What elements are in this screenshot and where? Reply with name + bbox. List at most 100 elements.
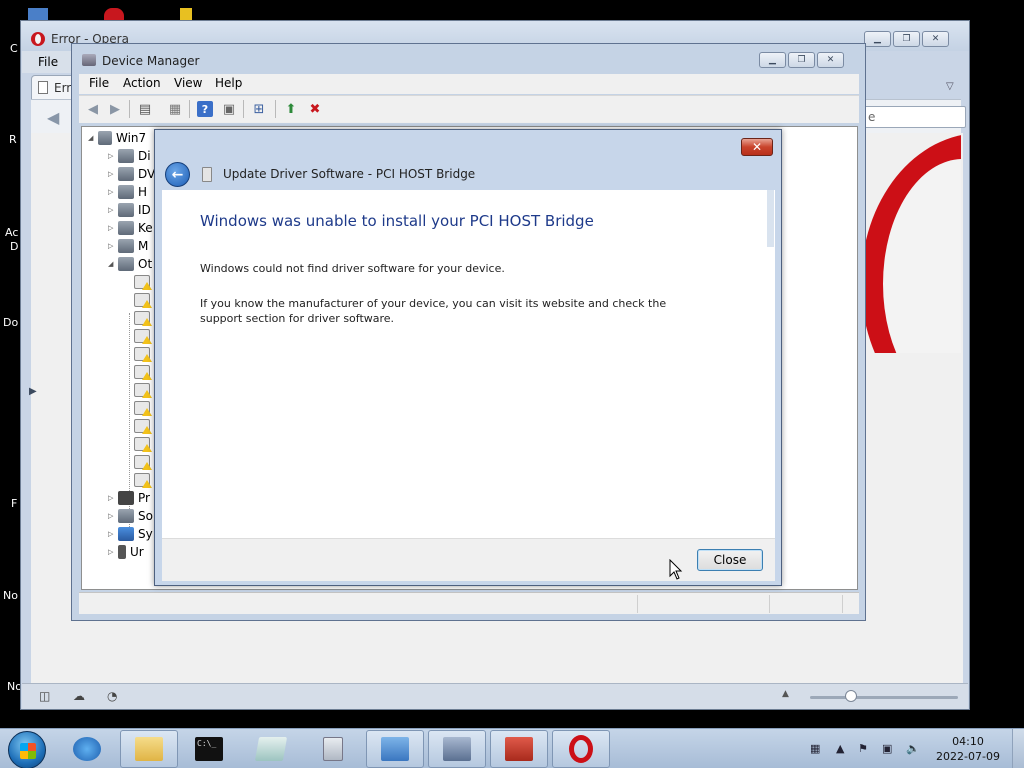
speed-dial-icon[interactable]: ◔ [107, 689, 117, 703]
tree-child-item[interactable] [134, 417, 154, 435]
desktop-label: R [9, 133, 17, 146]
cloud-icon[interactable]: ☁ [73, 689, 85, 703]
tree-item[interactable]: ◢ Ot [108, 255, 152, 273]
panel-toggle-icon[interactable]: ◫ [39, 689, 50, 703]
maximize-button[interactable]: ❐ [788, 52, 815, 68]
tree-child-item[interactable] [134, 291, 154, 309]
back-arrow-icon[interactable]: ◀ [47, 108, 59, 127]
expand-arrow-icon[interactable]: ▷ [108, 494, 118, 502]
menu-file[interactable]: File [38, 55, 58, 69]
collapse-arrow-icon[interactable]: ◢ [88, 134, 98, 142]
tree-child-item[interactable] [134, 435, 154, 453]
start-button[interactable] [8, 731, 46, 768]
properties-icon[interactable]: ▦ [167, 101, 183, 117]
taskbar-opera-button[interactable] [552, 730, 610, 768]
view-icon[interactable]: ▣ [221, 101, 237, 117]
forward-icon[interactable]: ▶ [107, 101, 123, 117]
tree-item[interactable]: ▷ M [108, 237, 148, 255]
tree-root[interactable]: ◢ Win7 [88, 129, 146, 147]
menu-file[interactable]: File [89, 76, 109, 90]
expand-arrow-icon[interactable]: ▷ [108, 206, 118, 214]
maximize-button[interactable]: ❐ [893, 31, 920, 47]
show-desktop-button[interactable] [1012, 729, 1024, 768]
arrow-up-icon[interactable]: ▲ [782, 689, 789, 699]
taskbar-control-panel-button[interactable] [366, 730, 424, 768]
tree-item[interactable]: ▷ So [108, 507, 153, 525]
device-manager-toolbar: ◀ ▶ ▤ ▦ ? ▣ ⊞ ⬆ ✖ [79, 95, 859, 123]
collapse-arrow-icon[interactable]: ◢ [108, 260, 118, 268]
help-icon[interactable]: ? [197, 101, 213, 117]
system-clock[interactable]: 04:10 2022-07-09 [932, 734, 1004, 764]
warning-device-icon [134, 419, 152, 434]
network-icon[interactable]: ▣ [882, 742, 892, 755]
expand-arrow-icon[interactable]: ▷ [108, 224, 118, 232]
taskbar-explorer-button[interactable] [120, 730, 178, 768]
tree-item[interactable]: ▷ Ke [108, 219, 153, 237]
tree-child-item[interactable] [134, 363, 154, 381]
update-driver-icon[interactable]: ⬆ [283, 101, 299, 117]
tree-child-item[interactable] [134, 309, 154, 327]
expand-arrow-icon[interactable]: ▷ [108, 188, 118, 196]
device-manager-titlebar[interactable]: Device Manager ▁ ❐ ✕ [72, 44, 865, 74]
tree-item[interactable]: ▷ Di [108, 147, 151, 165]
tree-child-item[interactable] [134, 471, 154, 489]
tree-item-label: Ke [138, 221, 153, 235]
volume-icon[interactable]: 🔈 [906, 742, 920, 755]
back-arrow-icon[interactable]: ← [165, 162, 190, 187]
chevron-down-icon[interactable]: ▽ [946, 81, 954, 92]
desktop-icon[interactable] [28, 8, 48, 20]
tree-item[interactable]: ▷ Ur [108, 543, 144, 561]
zoom-slider-thumb[interactable] [845, 690, 857, 702]
show-hide-tree-icon[interactable]: ▤ [137, 101, 153, 117]
processor-icon [118, 491, 134, 505]
minimize-button[interactable]: ▁ [864, 31, 891, 47]
tree-item[interactable]: ▷ Sy [108, 525, 153, 543]
toolbox-icon [505, 737, 533, 761]
expand-arrow-icon[interactable]: ▷ [108, 530, 118, 538]
menu-view[interactable]: View [174, 76, 202, 90]
expand-arrow-icon[interactable]: ▷ [108, 512, 118, 520]
back-icon[interactable]: ◀ [85, 101, 101, 117]
tree-item[interactable]: ▷ ID [108, 201, 151, 219]
taskbar-ie-button[interactable] [58, 730, 116, 768]
desktop-icon[interactable] [104, 8, 124, 20]
expand-arrow-icon[interactable]: ▷ [108, 170, 118, 178]
close-button[interactable]: ✕ [922, 31, 949, 47]
expand-arrow-icon[interactable]: ▷ [108, 152, 118, 160]
tree-item[interactable]: ▷ H [108, 183, 147, 201]
taskbar-device-manager-button[interactable] [428, 730, 486, 768]
menu-help[interactable]: Help [215, 76, 242, 90]
tree-child-item[interactable] [134, 399, 154, 417]
tree-child-item[interactable] [134, 381, 154, 399]
scan-hardware-icon[interactable]: ⊞ [251, 101, 267, 117]
dialog-scrollbar[interactable] [767, 190, 774, 247]
taskbar-cmd-button[interactable]: C:\_ [180, 730, 238, 768]
dialog-close-x-button[interactable]: ✕ [741, 138, 773, 156]
action-center-icon[interactable]: ⚑ [858, 742, 868, 755]
taskbar-notepad-button[interactable] [242, 730, 300, 768]
zoom-slider[interactable] [810, 696, 958, 699]
desktop-icon[interactable] [180, 8, 192, 20]
taskbar-toolbox-button[interactable] [490, 730, 548, 768]
menu-action[interactable]: Action [123, 76, 161, 90]
expand-arrow-icon[interactable]: ▷ [108, 242, 118, 250]
minimize-button[interactable]: ▁ [759, 52, 786, 68]
system-devices-icon [118, 527, 134, 541]
expand-arrow-icon[interactable]: ▷ [108, 548, 118, 556]
show-hidden-icons-icon[interactable]: ▲ [836, 742, 844, 755]
search-input[interactable]: e [861, 106, 966, 128]
tree-child-item[interactable] [134, 453, 154, 471]
uninstall-icon[interactable]: ✖ [307, 101, 323, 117]
expand-panel-icon[interactable]: ▶ [29, 386, 37, 397]
usb-icon [118, 545, 126, 559]
command-prompt-icon: C:\_ [195, 737, 223, 761]
tree-child-item[interactable] [134, 327, 154, 345]
tree-item[interactable]: ▷ Pr [108, 489, 150, 507]
tree-child-item[interactable] [134, 273, 154, 291]
language-flag-icon[interactable]: ▦ [810, 742, 820, 755]
tree-item[interactable]: ▷ DV [108, 165, 155, 183]
tree-child-item[interactable] [134, 345, 154, 363]
close-button[interactable]: Close [697, 549, 763, 571]
taskbar-calculator-button[interactable] [304, 730, 362, 768]
close-button[interactable]: ✕ [817, 52, 844, 68]
